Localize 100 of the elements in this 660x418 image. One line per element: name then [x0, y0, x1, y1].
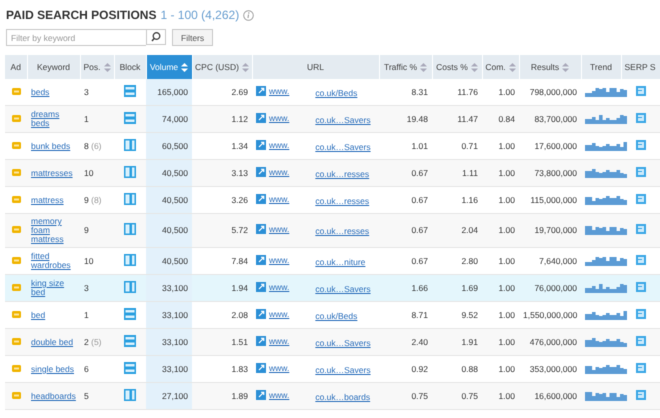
url-link[interactable]: co.uk…Savers [315, 115, 371, 125]
url-link[interactable]: www. [269, 224, 290, 234]
external-link-icon[interactable] [256, 224, 266, 234]
serp-icon[interactable] [636, 113, 646, 123]
serp-icon[interactable] [636, 254, 646, 265]
volume-value: 33,100 [162, 310, 188, 320]
serp-icon[interactable] [636, 140, 646, 150]
top-block-icon [124, 308, 136, 320]
column-header[interactable]: SERP S [621, 55, 660, 79]
column-header[interactable]: Block [114, 55, 146, 79]
url-link[interactable]: co.uk…boards [315, 392, 370, 402]
url-link[interactable]: www. [269, 113, 290, 123]
url-link[interactable]: www. [269, 254, 290, 265]
keyword-link[interactable]: bed [31, 310, 46, 320]
url-link[interactable]: co.uk…resses [315, 169, 370, 179]
sort-icon[interactable] [470, 62, 478, 72]
external-link-icon[interactable] [256, 194, 266, 204]
external-link-icon[interactable] [256, 254, 266, 265]
serp-icon[interactable] [636, 362, 646, 373]
url-link[interactable]: co.uk…resses [315, 196, 370, 206]
table-row[interactable]: king size bed 3 33,100 1.94 www. co.uk…Savers 1.66 1.69 1.00 76,000,000 [5, 274, 660, 302]
external-link-icon[interactable] [256, 336, 266, 346]
ad-icon [12, 196, 20, 203]
url-link[interactable]: www. [269, 194, 290, 204]
column-header[interactable]: Volume [146, 55, 192, 79]
column-header[interactable]: URL [252, 55, 379, 79]
serp-icon[interactable] [636, 167, 646, 177]
search-field[interactable]: Filter by keyword [6, 29, 146, 46]
url-link[interactable]: co.uk…Savers [315, 142, 371, 152]
sort-icon[interactable] [508, 62, 516, 72]
costs-value: 1.69 [461, 282, 478, 293]
table-row[interactable]: bed 1 33,100 2.08 www. co.uk/Beds 8.71 9.52 1.00 1,550,000,000 [5, 301, 660, 328]
column-header[interactable]: Traffic % [379, 55, 432, 79]
info-icon[interactable] [243, 10, 254, 20]
url-link[interactable]: co.uk…Savers [315, 338, 371, 348]
column-header[interactable]: Com. [482, 55, 519, 79]
external-link-icon[interactable] [256, 282, 266, 292]
external-link-icon[interactable] [256, 362, 266, 373]
serp-icon[interactable] [636, 282, 646, 292]
sort-icon[interactable] [242, 62, 249, 72]
url-link[interactable]: co.uk…niture [315, 256, 366, 267]
column-header[interactable]: Pos. [80, 55, 114, 79]
url-link[interactable]: www. [269, 86, 290, 96]
results-value: 76,000,000 [534, 282, 577, 293]
table-row[interactable]: mattresses 10 40,500 3.13 www. co.uk…resses 0.67 1.11 1.00 73,800,000 [5, 160, 660, 186]
column-header[interactable]: Results [519, 55, 581, 79]
table-row[interactable]: headboards 5 27,100 1.89 www. co.uk…boards 0.75 0.75 1.00 16,600,000 [5, 382, 660, 410]
column-header[interactable]: Trend [581, 55, 621, 79]
keyword-link[interactable]: beds [31, 88, 50, 97]
sort-icon[interactable] [562, 62, 570, 72]
keyword-link[interactable]: bunk beds [31, 142, 70, 151]
url-link[interactable]: www. [269, 282, 290, 292]
url-link[interactable]: co.uk/Beds [315, 88, 358, 98]
results-value: 17,600,000 [534, 141, 577, 151]
url-link[interactable]: www. [269, 308, 290, 319]
serp-icon[interactable] [636, 390, 646, 400]
traffic-value: 0.67 [411, 168, 428, 178]
serp-icon[interactable] [636, 86, 646, 96]
url-link[interactable]: co.uk…Savers [315, 284, 371, 294]
position-value: 1 [84, 310, 89, 320]
table-row[interactable]: double bed 2 (5) 33,100 1.51 www. co.uk…Savers 2.40 1.91 1.00 476,000,000 [5, 328, 660, 356]
sort-icon[interactable] [181, 62, 188, 72]
column-header[interactable]: CPC (USD) [192, 55, 252, 79]
traffic-value: 8.31 [411, 87, 428, 97]
serp-icon[interactable] [636, 224, 646, 234]
sort-icon[interactable] [104, 62, 110, 72]
position-value: 8 [84, 141, 89, 151]
keyword-link[interactable]: single beds [31, 364, 74, 374]
url-link[interactable]: co.uk/Beds [315, 310, 358, 321]
sort-icon[interactable] [420, 62, 428, 72]
filters-button[interactable]: Filters [172, 29, 214, 46]
external-link-icon[interactable] [256, 390, 266, 400]
column-header[interactable]: Keyword [27, 55, 80, 79]
url-link[interactable]: www. [269, 167, 290, 177]
url-link[interactable]: co.uk…Savers [315, 364, 371, 375]
results-value: 476,000,000 [530, 336, 577, 347]
url-link[interactable]: co.uk…resses [315, 226, 370, 236]
external-link-icon[interactable] [256, 308, 266, 319]
url-link[interactable]: www. [269, 390, 290, 400]
column-header[interactable]: Costs % [432, 55, 482, 79]
table-row[interactable]: memory foam mattress 9 40,500 5.72 www. co.uk…resses 0.67 2.04 1.00 19,700,000 [5, 214, 660, 248]
external-link-icon[interactable] [256, 113, 266, 123]
serp-icon[interactable] [636, 308, 646, 319]
external-link-icon[interactable] [256, 86, 266, 96]
table-row[interactable]: single beds 6 33,100 1.83 www. co.uk…Savers 0.92 0.88 1.00 353,000,000 [5, 355, 660, 382]
url-link[interactable]: www. [269, 336, 290, 346]
url-link[interactable]: www. [269, 362, 290, 373]
serp-icon[interactable] [636, 194, 646, 204]
table-row[interactable]: dreams beds 1 74,000 1.12 www. co.uk…Savers 19.48 11.47 0.84 83,700,000 [5, 106, 660, 132]
keyword-link[interactable]: fitted wardrobes [31, 252, 76, 270]
external-link-icon[interactable] [256, 140, 266, 150]
serp-icon[interactable] [636, 336, 646, 346]
competition-value: 1.00 [498, 141, 515, 151]
table-row[interactable]: fitted wardrobes 10 40,500 7.84 www. co.uk…niture 0.67 2.80 1.00 7,640,000 [5, 247, 660, 274]
column-header[interactable]: Ad [5, 55, 27, 79]
side-block-icon [124, 254, 136, 266]
url-link[interactable]: www. [269, 140, 290, 150]
keyword-link[interactable]: mattress [31, 196, 64, 205]
search-icon[interactable] [146, 29, 166, 45]
external-link-icon[interactable] [256, 167, 266, 177]
